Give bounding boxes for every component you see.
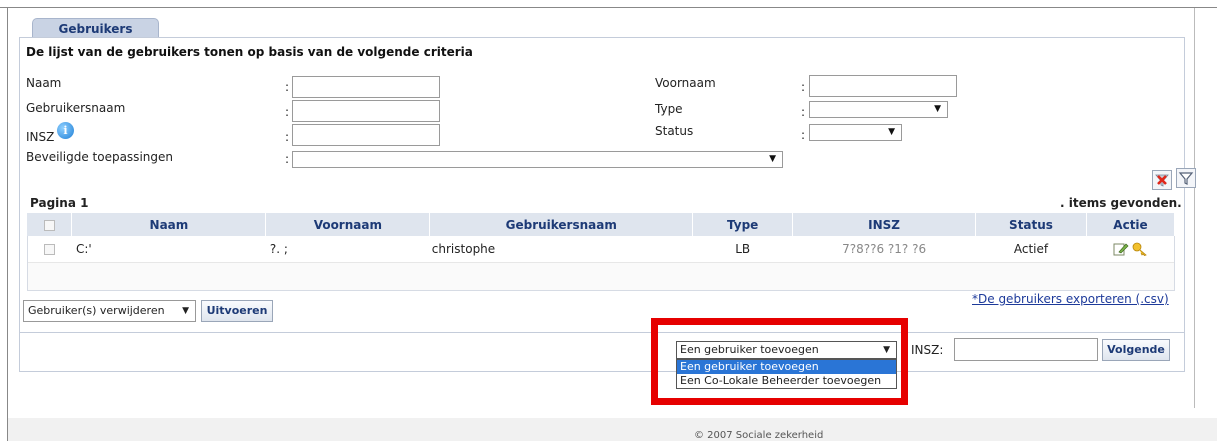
column-header[interactable]: Voornaam (265, 213, 431, 236)
edit-icon[interactable] (1113, 242, 1129, 256)
gebruikersnaam-input[interactable] (292, 100, 440, 122)
window-left-border (7, 8, 8, 441)
select-all-checkbox[interactable] (43, 219, 55, 231)
naam-colon: : (285, 80, 290, 94)
naam-input[interactable] (292, 76, 440, 98)
column-header[interactable]: INSZ (792, 213, 977, 236)
table-row[interactable]: C:' ?. ; christophe LB 7?8??6 ?1? ?6 Act… (27, 236, 1175, 261)
column-header[interactable]: Naam (71, 213, 267, 236)
footer-copyright: © 2007 Sociale zekerheid (694, 430, 824, 441)
delete-filter-icon (1155, 174, 1169, 187)
voornaam-input[interactable] (809, 75, 957, 97)
voornaam-colon: : (801, 80, 806, 94)
page-indicator: Pagina 1 (30, 196, 89, 210)
items-found: . items gevonden. (1060, 196, 1182, 210)
insz-cell: 7?8??6 ?1? ?6 (842, 241, 927, 256)
type-select[interactable]: ▼ (809, 101, 948, 118)
key-icon[interactable] (1132, 242, 1148, 256)
insz-colon: : (285, 130, 290, 144)
criteria-title: De lijst van de gebruikers tonen op basi… (26, 45, 473, 59)
status-colon: : (801, 128, 806, 142)
chevron-down-icon: ▼ (769, 154, 776, 164)
chevron-down-icon: ▼ (934, 104, 941, 114)
type-label: Type (655, 102, 683, 116)
beveiligde-toepassingen-label: Beveiligde toepassingen (26, 150, 173, 164)
export-csv-link[interactable]: *De gebruikers exporteren (.csv) (972, 292, 1169, 306)
column-header[interactable]: Status (975, 213, 1087, 236)
voornaam-cell: ?. ; (269, 241, 288, 256)
insz-label: INSZ (26, 130, 55, 144)
gebruikersnaam-label: Gebruikersnaam (26, 101, 126, 115)
type-colon: : (801, 105, 806, 119)
chevron-down-icon: ▼ (182, 306, 189, 316)
status-cell: Actief (1013, 241, 1049, 256)
actie-cell (1086, 236, 1174, 261)
status-label: Status (655, 124, 694, 138)
filter-icon (1178, 172, 1194, 185)
info-icon[interactable]: i (57, 122, 74, 139)
add-insz-input[interactable] (954, 338, 1098, 361)
column-header[interactable]: Gebruikersnaam (429, 213, 694, 236)
gebruikersnaam-cell: christophe (431, 241, 496, 256)
divider (20, 332, 1184, 333)
highlight-box (651, 318, 908, 405)
bulk-action-select[interactable]: Gebruiker(s) verwijderen ▼ (23, 300, 196, 322)
beveiligde-toepassingen-select[interactable]: ▼ (292, 151, 783, 168)
naam-cell: C:' (75, 241, 92, 256)
bulk-action-value: Gebruiker(s) verwijderen (28, 304, 165, 317)
insz-input[interactable] (292, 124, 440, 146)
type-cell: LB (735, 241, 751, 256)
column-header: Actie (1086, 213, 1176, 236)
volgende-button[interactable]: Volgende (1102, 339, 1170, 361)
users-table: Naam Voornaam Gebruikersnaam Type INSZ S… (27, 213, 1176, 261)
select-all-header[interactable] (27, 213, 73, 236)
voornaam-label: Voornaam (655, 76, 716, 90)
column-header[interactable]: Type (692, 213, 794, 236)
footer-band (8, 418, 1217, 441)
filter-button[interactable] (1176, 168, 1196, 188)
beveiligde-colon: : (285, 152, 290, 166)
row-checkbox[interactable] (43, 243, 55, 255)
window-top-border (0, 0, 1217, 8)
window-right-border (1194, 8, 1195, 408)
chevron-down-icon: ▼ (888, 127, 895, 137)
status-select[interactable]: ▼ (809, 124, 902, 141)
uitvoeren-button[interactable]: Uitvoeren (201, 300, 273, 322)
tab-gebruikers[interactable]: Gebruikers (32, 18, 159, 38)
gebruikersnaam-colon: : (285, 105, 290, 119)
reset-filter-button[interactable] (1152, 170, 1172, 190)
add-insz-label: INSZ: (911, 343, 944, 357)
table-horizontal-scrollbar[interactable] (28, 262, 1174, 290)
naam-label: Naam (26, 76, 62, 90)
